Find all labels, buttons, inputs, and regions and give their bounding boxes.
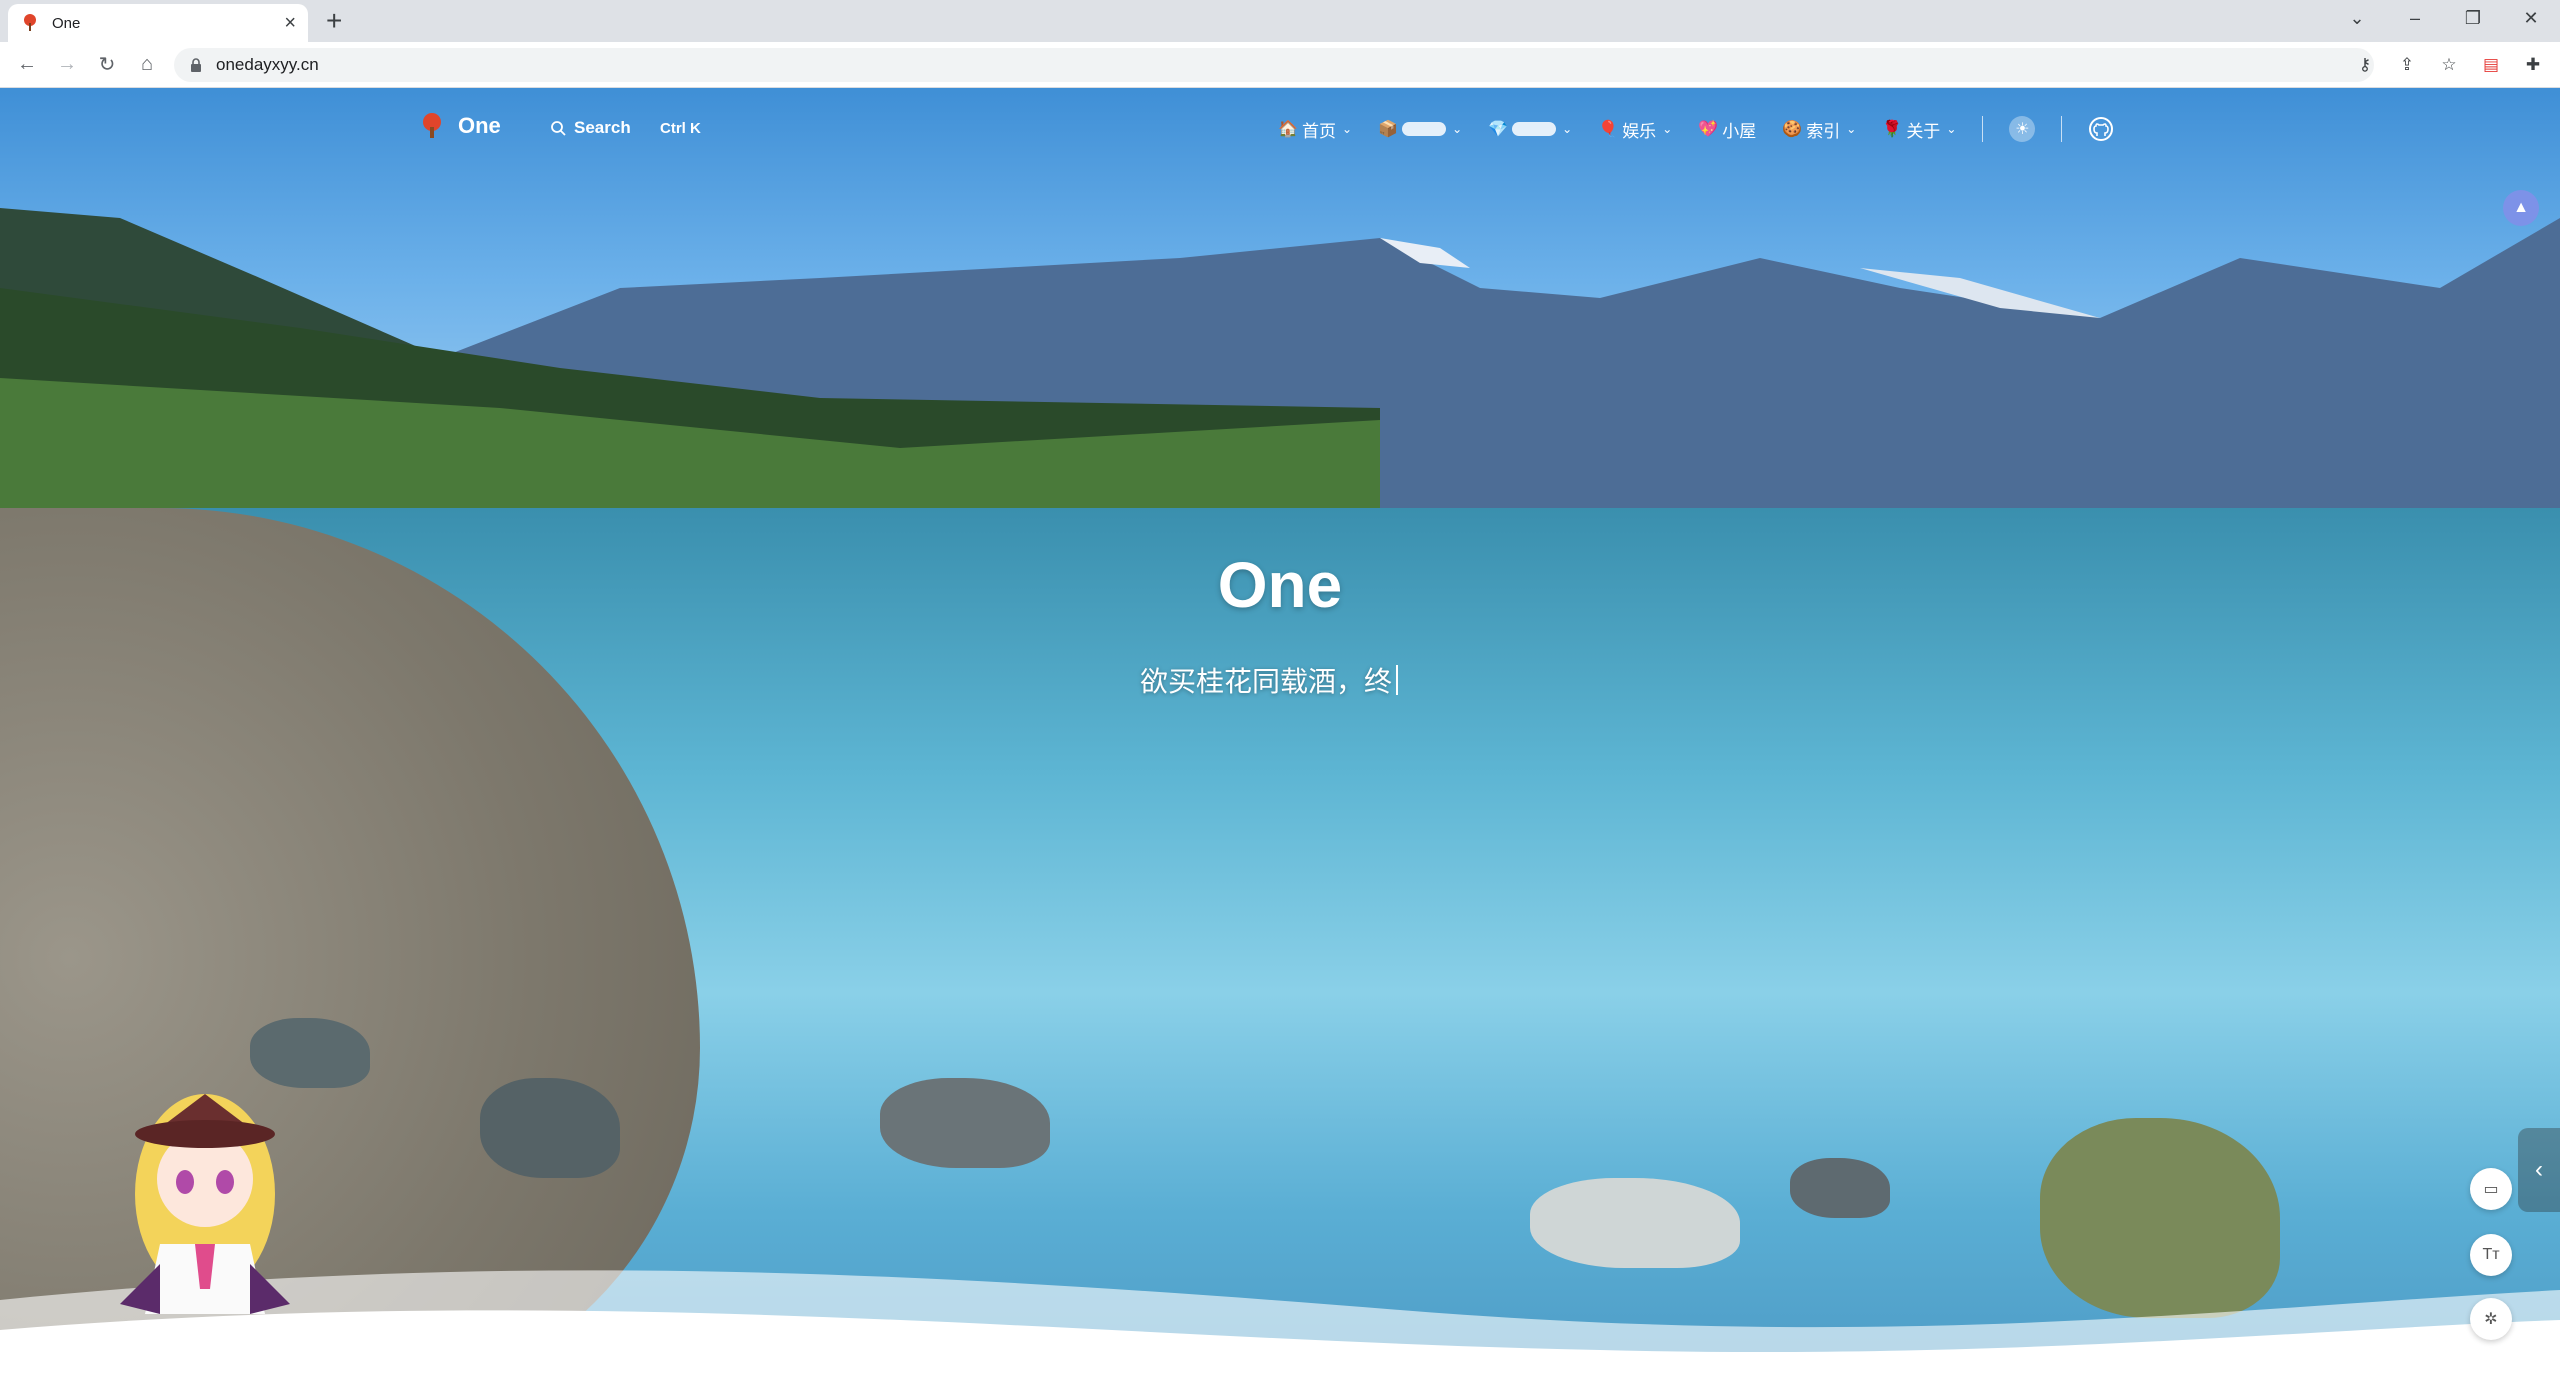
github-icon[interactable] bbox=[2088, 116, 2114, 142]
mountains-image bbox=[0, 208, 2560, 528]
site-logo[interactable]: One bbox=[418, 112, 501, 140]
nav-divider bbox=[2061, 116, 2063, 142]
font-size-button[interactable]: Tт bbox=[2470, 1234, 2512, 1276]
menu-item-about[interactable]: 🌹 关于 ⌄ bbox=[1882, 117, 1956, 142]
browser-tab[interactable]: One × bbox=[8, 4, 308, 42]
chevron-down-icon: ⌄ bbox=[1452, 122, 1463, 136]
menu-item-gem[interactable]: 💎 ⌄ bbox=[1488, 119, 1572, 139]
lock-icon[interactable] bbox=[190, 58, 202, 72]
new-tab-button[interactable]: + bbox=[326, 5, 342, 37]
window-controls: ⌄ – ❐ ✕ bbox=[2328, 0, 2560, 42]
side-panel-toggle[interactable]: ‹ bbox=[2518, 1128, 2560, 1212]
forward-icon[interactable]: → bbox=[52, 49, 82, 79]
sparkle-icon: ✲ bbox=[2484, 1311, 2498, 1328]
site-header: One Search Ctrl K 🏠 首页 ⌄ 📦 ⌄ 💎 ⌄ 🎈 娱乐 ⌄ … bbox=[0, 88, 2560, 170]
page-viewport: One Search Ctrl K 🏠 首页 ⌄ 📦 ⌄ 💎 ⌄ 🎈 娱乐 ⌄ … bbox=[0, 88, 2560, 1390]
gem-emoji-icon: 💎 bbox=[1488, 121, 1509, 138]
comment-button[interactable]: ▭ bbox=[2470, 1168, 2512, 1210]
extensions-puzzle-icon[interactable]: ✚ bbox=[2522, 54, 2544, 76]
back-icon[interactable]: ← bbox=[12, 49, 42, 79]
menu-item-box[interactable]: 📦 ⌄ bbox=[1378, 119, 1462, 139]
search-button[interactable]: Search bbox=[550, 118, 631, 138]
chevron-down-icon: ⌄ bbox=[1946, 122, 1957, 136]
menu-label bbox=[1402, 122, 1447, 136]
browser-tabstrip: One × + ⌄ – ❐ ✕ bbox=[0, 0, 2560, 42]
chevron-left-icon: ‹ bbox=[2535, 1156, 2543, 1183]
menu-item-cabin[interactable]: 💖 小屋 bbox=[1698, 117, 1756, 142]
anime-mascot-image[interactable] bbox=[100, 1074, 310, 1314]
search-icon bbox=[551, 121, 566, 136]
reload-icon[interactable]: ↻ bbox=[92, 49, 122, 79]
home-icon[interactable]: ⌂ bbox=[132, 49, 162, 79]
toolbar-icons: ⚷ ⇪ ☆ ▤ ✚ ▯ ● ⋮ bbox=[2354, 54, 2560, 76]
typewriter-text: 欲买桂花同载酒，终 bbox=[1140, 666, 1393, 697]
chevron-down-icon: ⌄ bbox=[1342, 122, 1353, 136]
typing-caret bbox=[1396, 665, 1399, 695]
rock-image bbox=[480, 1078, 620, 1178]
menu-label: 娱乐 bbox=[1622, 121, 1657, 141]
extension-red-icon[interactable]: ▤ bbox=[2480, 54, 2502, 76]
nav-divider bbox=[1982, 116, 1984, 142]
tab-close-icon[interactable]: × bbox=[284, 13, 296, 33]
search-label: Search bbox=[574, 118, 631, 137]
tree-logo-icon bbox=[423, 113, 441, 138]
balloon-emoji-icon: 🎈 bbox=[1598, 121, 1619, 138]
text-size-icon: Tт bbox=[2482, 1246, 2500, 1263]
house-emoji-icon: 🏠 bbox=[1278, 121, 1298, 138]
browser-toolbar: ← → ↻ ⌂ onedayxyy.cn ⚷ ⇪ ☆ ▤ ✚ ▯ ● ⋮ bbox=[0, 42, 2560, 88]
bookmark-star-icon[interactable]: ☆ bbox=[2438, 54, 2460, 76]
menu-item-index[interactable]: 🍪 索引 ⌄ bbox=[1782, 117, 1856, 142]
theme-toggle-sun-icon[interactable]: ☀ bbox=[2009, 116, 2036, 142]
share-icon[interactable]: ⇪ bbox=[2396, 54, 2418, 76]
menu-label: 索引 bbox=[1806, 121, 1841, 141]
chevron-down-icon: ⌄ bbox=[1562, 122, 1573, 136]
box-emoji-icon: 📦 bbox=[1378, 121, 1399, 138]
rose-emoji-icon: 🌹 bbox=[1882, 121, 1903, 138]
bottom-wave-divider bbox=[0, 1270, 2560, 1390]
url-text[interactable]: onedayxyy.cn bbox=[216, 55, 319, 75]
comment-icon: ▭ bbox=[2483, 1181, 2499, 1198]
key-icon[interactable]: ⚷ bbox=[2354, 54, 2376, 76]
rock-image bbox=[880, 1078, 1050, 1168]
hero-subtitle: 欲买桂花同载酒，终 bbox=[1140, 660, 1399, 700]
notification-bell-icon[interactable]: ▲ bbox=[2503, 190, 2539, 226]
close-icon[interactable]: ✕ bbox=[2502, 0, 2560, 36]
menu-label: 关于 bbox=[1906, 121, 1941, 141]
menu-label: 首页 bbox=[1302, 121, 1336, 141]
heart-emoji-icon: 💖 bbox=[1698, 121, 1719, 138]
search-shortcut: Ctrl K bbox=[660, 120, 701, 137]
menu-item-entertainment[interactable]: 🎈 娱乐 ⌄ bbox=[1598, 117, 1672, 142]
logo-text: One bbox=[458, 113, 501, 138]
restore-icon[interactable]: ❐ bbox=[2444, 0, 2502, 36]
effects-button[interactable]: ✲ bbox=[2470, 1298, 2512, 1340]
menu-item-home[interactable]: 🏠 首页 ⌄ bbox=[1278, 117, 1352, 142]
menu-label: 小屋 bbox=[1722, 121, 1757, 141]
hero-background bbox=[0, 88, 2560, 1390]
tree-favicon-icon bbox=[24, 14, 36, 31]
minimize-icon[interactable]: – bbox=[2386, 0, 2444, 36]
tab-search-icon[interactable]: ⌄ bbox=[2328, 0, 2386, 36]
chevron-down-icon: ⌄ bbox=[1846, 122, 1857, 136]
main-menu: 🏠 首页 ⌄ 📦 ⌄ 💎 ⌄ 🎈 娱乐 ⌄ 💖 小屋 🍪 索引 ⌄ 🌹 关于 ⌄… bbox=[1278, 116, 2114, 142]
address-bar[interactable]: onedayxyy.cn bbox=[174, 48, 2374, 82]
rock-image bbox=[1790, 1158, 1890, 1218]
hero-title: One bbox=[1217, 549, 1343, 621]
cookie-emoji-icon: 🍪 bbox=[1782, 121, 1803, 138]
chevron-down-icon: ⌄ bbox=[1662, 122, 1673, 136]
menu-label bbox=[1512, 122, 1557, 136]
tab-title: One bbox=[52, 14, 81, 32]
